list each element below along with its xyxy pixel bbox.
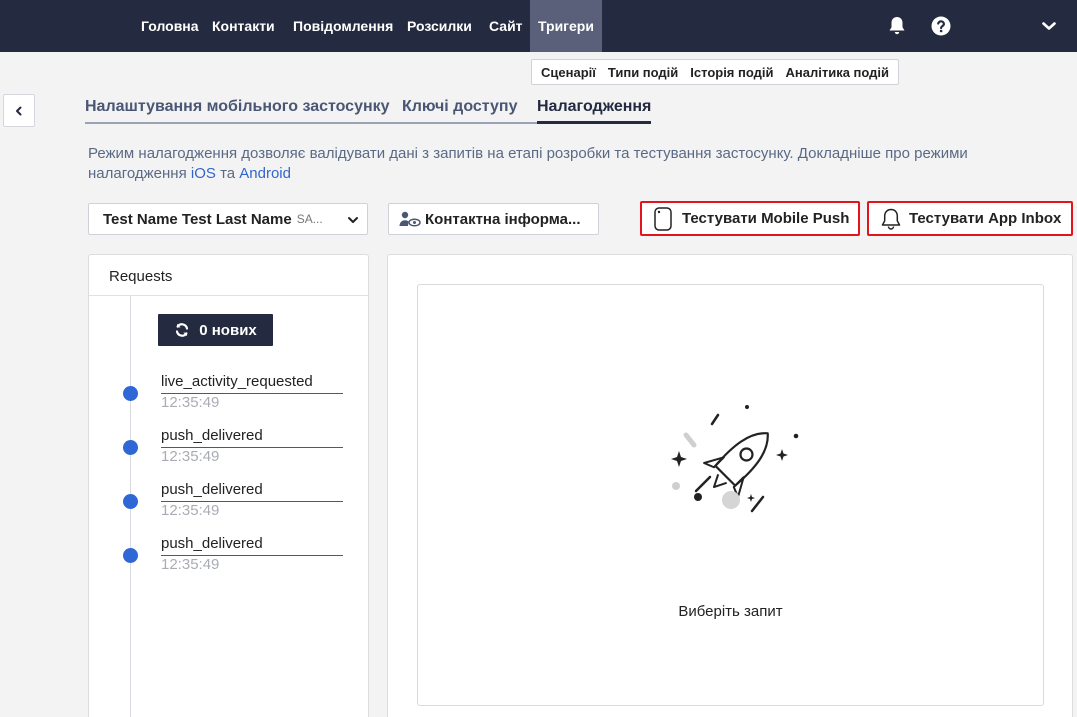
description-and: та [220,165,236,182]
subnav-item-event-analytics[interactable]: Аналітика подій [780,65,896,80]
request-name: push_delivered [161,427,263,444]
contact-select[interactable]: Test Name Test Last Name SA... [88,203,368,235]
request-dot [123,494,138,509]
rocket-illustration-icon [671,405,799,513]
top-navigation-bar: Головна Контакти Повідомлення Розсилки С… [0,0,1077,52]
request-item[interactable]: live_activity_requested 12:35:49 [89,373,349,423]
subnav-item-event-types[interactable]: Типи подій [602,65,684,80]
subnav-item-event-history[interactable]: Історія подій [684,65,779,80]
request-time: 12:35:49 [161,448,220,465]
request-item[interactable]: push_delivered 12:35:49 [89,481,349,531]
request-detail-panel: Виберіть запит [387,254,1073,717]
debug-description: Режим налагодження дозволяє валідувати д… [88,144,1063,184]
contact-view-icon [399,211,421,227]
help-icon[interactable] [929,14,953,38]
request-time: 12:35:49 [161,556,220,573]
request-name: live_activity_requested [161,373,313,390]
nav-item-contacts[interactable]: Контакти [212,0,275,52]
nav-item-home[interactable]: Головна [141,0,199,52]
request-item[interactable]: push_delivered 12:35:49 [89,427,349,477]
back-button[interactable] [3,94,35,127]
nav-item-messages[interactable]: Повідомлення [293,0,393,52]
test-mobile-push-label: Тестувати Mobile Push [682,210,850,227]
request-detail-placeholder: Виберіть запит [417,284,1044,706]
request-dot [123,548,138,563]
request-time: 12:35:49 [161,502,220,519]
tab-mobile-app-settings[interactable]: Налаштування мобільного застосунку [85,98,390,116]
request-dot [123,386,138,401]
empty-state-text: Виберіть запит [678,603,783,620]
nav-item-triggers[interactable]: Тригери [530,0,602,52]
bell-icon [881,208,901,230]
nav-item-site[interactable]: Сайт [489,0,523,52]
ios-docs-link[interactable]: iOS [191,165,216,182]
request-time: 12:35:49 [161,394,220,411]
test-app-inbox-button[interactable]: Тестувати App Inbox [867,201,1073,236]
new-requests-count: 0 нових [199,321,257,339]
tab-access-keys[interactable]: Ключі доступу [402,98,517,116]
requests-title: Requests [109,268,173,285]
request-name: push_delivered [161,481,263,498]
refresh-icon [176,323,189,337]
test-mobile-push-button[interactable]: Тестувати Mobile Push [640,201,860,236]
nav-item-campaigns[interactable]: Розсилки [407,0,472,52]
mobile-phone-icon [654,206,672,231]
contact-select-suffix: SA... [296,212,323,226]
requests-panel: Requests 0 нових live_activity_requested… [88,254,369,717]
request-dot [123,440,138,455]
active-tab-indicator [537,121,651,124]
test-app-inbox-label: Тестувати App Inbox [909,210,1062,227]
contact-select-value: Test Name Test Last Name [103,210,292,228]
chevron-left-icon [16,106,22,115]
triggers-subnav: Сценарії Типи подій Історія подій Аналіт… [531,59,900,85]
tab-debugging[interactable]: Налагодження [537,98,651,116]
subnav-item-scenarios[interactable]: Сценарії [535,65,602,80]
contact-info-button[interactable]: Контактна інформа... [388,203,599,235]
refresh-new-requests-button[interactable]: 0 нових [158,314,273,346]
chevron-down-icon [348,217,358,223]
request-item[interactable]: push_delivered 12:35:49 [89,535,349,585]
android-docs-link[interactable]: Android [239,165,291,182]
contact-info-label: Контактна інформа... [425,210,581,228]
chevron-down-icon[interactable] [1037,14,1061,38]
bell-icon[interactable] [885,14,909,38]
request-name: push_delivered [161,535,263,552]
